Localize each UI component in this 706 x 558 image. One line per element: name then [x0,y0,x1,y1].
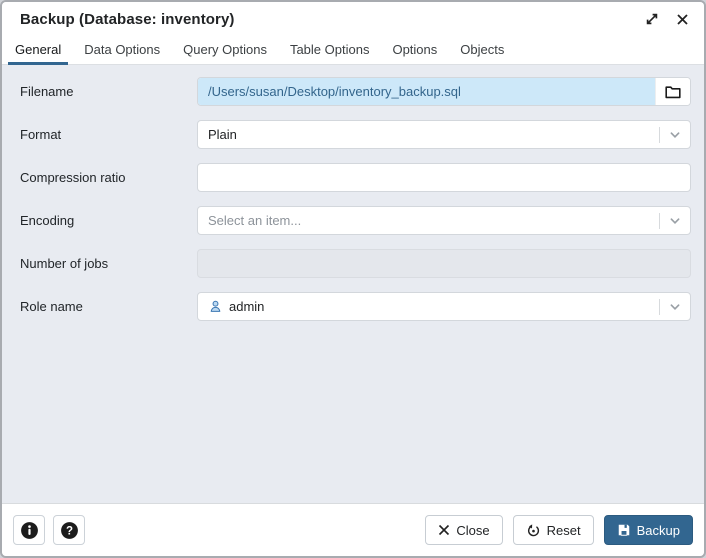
compression-ratio-label: Compression ratio [20,170,197,185]
role-name-row: Role name admin [2,292,691,321]
dialog-footer: ? Close Reset [2,503,704,556]
info-button[interactable] [13,515,45,545]
compression-ratio-row: Compression ratio [2,163,691,192]
tab-options[interactable]: Options [385,36,444,65]
role-name-text: admin [229,299,264,314]
role-name-select[interactable]: admin [197,292,691,321]
info-icon [20,521,39,540]
file-browse-button[interactable] [655,78,690,105]
number-of-jobs-label: Number of jobs [20,256,197,271]
format-selected-value: Plain [198,127,247,142]
svg-text:?: ? [65,525,72,537]
close-x-icon [438,524,450,536]
encoding-row: Encoding Select an item... [2,206,691,235]
reset-button[interactable]: Reset [513,515,594,545]
format-row: Format Plain [2,120,691,149]
filename-label: Filename [20,84,197,99]
encoding-label: Encoding [20,213,197,228]
save-icon [617,523,631,537]
format-label: Format [20,127,197,142]
help-icon: ? [60,521,79,540]
chevron-down-icon[interactable] [660,300,690,314]
tab-table-options[interactable]: Table Options [283,36,377,65]
reset-icon [526,523,541,538]
compression-ratio-input[interactable] [198,164,690,191]
close-button[interactable]: Close [425,515,502,545]
tab-objects[interactable]: Objects [453,36,511,65]
tab-general[interactable]: General [8,36,68,65]
folder-icon [665,85,681,99]
tab-bar: General Data Options Query Options Table… [2,36,704,65]
chevron-down-icon[interactable] [660,128,690,142]
tab-query-options[interactable]: Query Options [176,36,274,65]
encoding-placeholder: Select an item... [198,213,311,228]
dialog-title: Backup (Database: inventory) [20,11,235,28]
filename-input[interactable] [198,78,655,105]
general-tab-panel: Filename Format [2,65,704,503]
role-name-label: Role name [20,299,197,314]
filename-group [197,77,691,106]
chevron-down-icon[interactable] [660,214,690,228]
backup-dialog: Backup (Database: inventory) General Dat… [0,0,706,558]
format-select[interactable]: Plain [197,120,691,149]
titlebar: Backup (Database: inventory) [2,2,704,36]
expand-icon[interactable] [644,11,660,27]
filename-row: Filename [2,77,691,106]
backup-button[interactable]: Backup [604,515,693,545]
role-selected-value: admin [198,299,274,314]
tab-data-options[interactable]: Data Options [77,36,167,65]
help-button[interactable]: ? [53,515,85,545]
number-of-jobs-row: Number of jobs [2,249,691,278]
close-icon[interactable] [674,11,690,27]
number-of-jobs-input [198,250,690,277]
user-icon [208,299,223,314]
encoding-select[interactable]: Select an item... [197,206,691,235]
